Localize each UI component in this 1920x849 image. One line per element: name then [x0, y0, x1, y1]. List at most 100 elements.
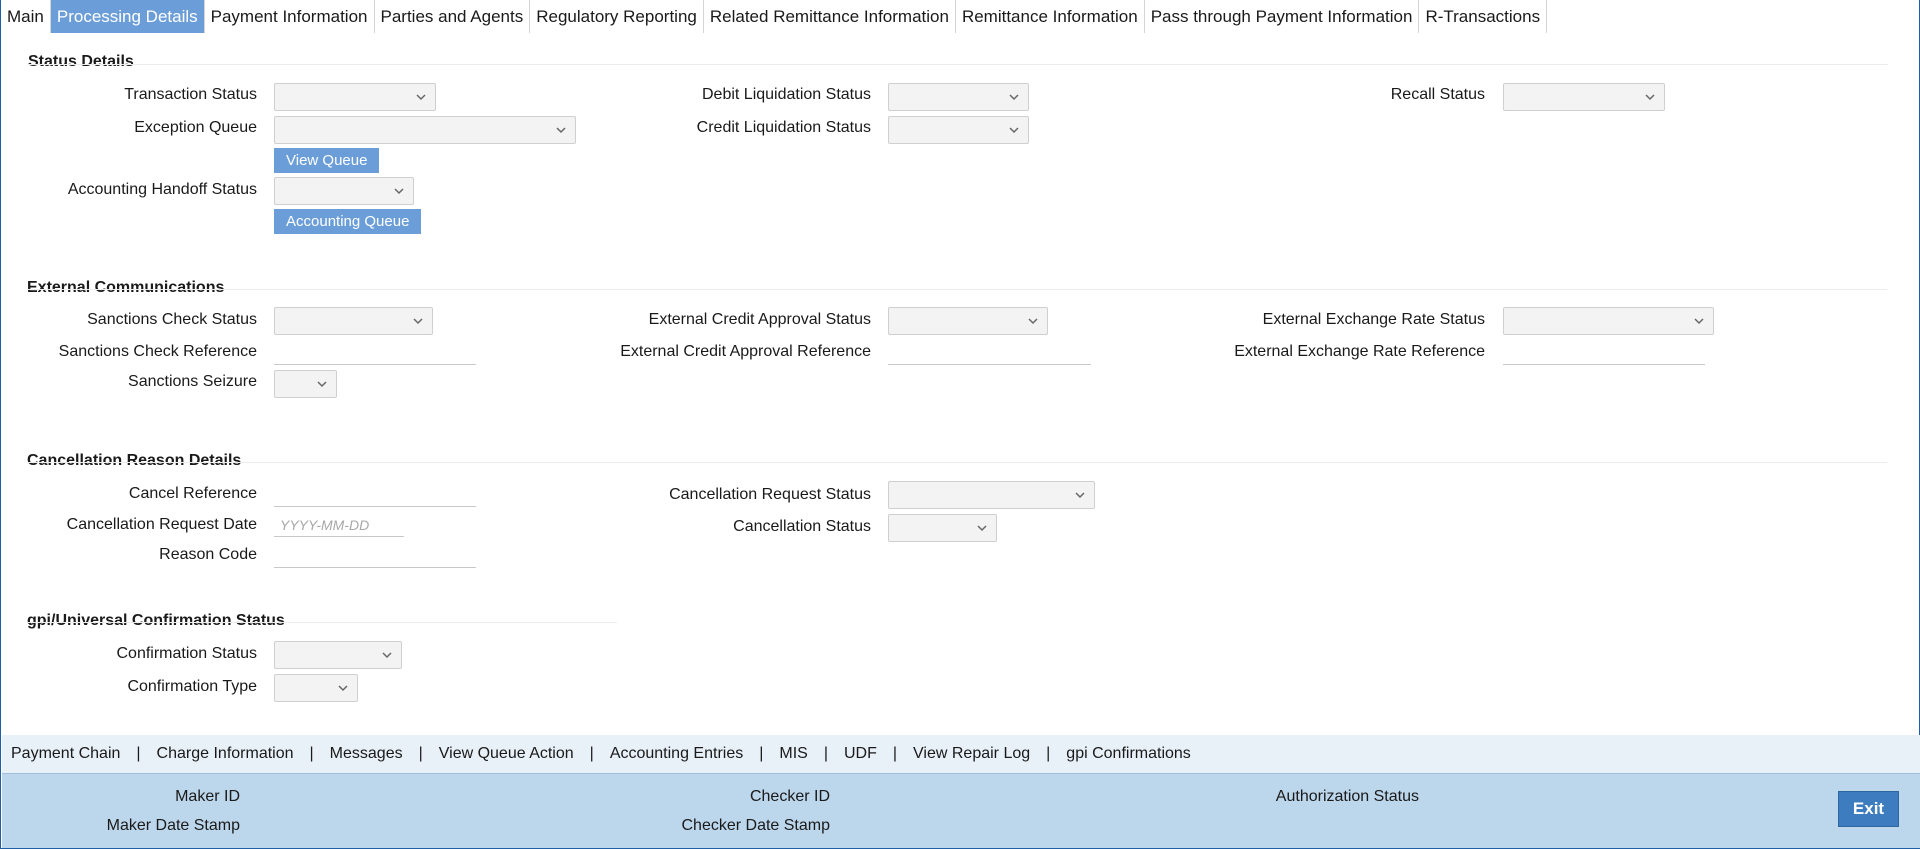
confirmation-status-label: Confirmation Status	[116, 645, 257, 662]
checker-id-label: Checker ID	[749, 788, 830, 805]
footer-link-mis[interactable]: MIS	[779, 745, 807, 763]
accounting-queue-button[interactable]: Accounting Queue	[274, 209, 422, 234]
transaction-status-label: Transaction Status	[124, 86, 257, 103]
accounting-handoff-status-label: Accounting Handoff Status	[67, 181, 257, 198]
external-credit-approval-reference-input[interactable]	[888, 341, 1091, 365]
tab-processing-details[interactable]: Processing Details	[50, 0, 205, 33]
chevron-down-icon	[382, 652, 392, 659]
tab-related-remittance-information[interactable]: Related Remittance Information	[704, 0, 956, 33]
section-title-cancellation-reason-details: Cancellation Reason Details	[27, 452, 242, 469]
external-exchange-rate-reference-input[interactable]	[1503, 341, 1705, 365]
confirmation-type-select[interactable]	[274, 674, 358, 702]
external-credit-approval-status-label: External Credit Approval Status	[648, 311, 871, 328]
transaction-status-select[interactable]	[274, 83, 436, 111]
cancellation-request-date-input[interactable]	[274, 513, 404, 537]
tab-r-transactions[interactable]: R-Transactions	[1419, 0, 1548, 33]
cancellation-status-select[interactable]	[888, 514, 997, 542]
checker-date-stamp-label: Checker Date Stamp	[681, 817, 830, 834]
footer-link-udf[interactable]: UDF	[844, 745, 877, 763]
section-divider	[28, 64, 1888, 65]
footer-link-payment-chain[interactable]: Payment Chain	[11, 745, 120, 763]
external-credit-approval-reference-label: External Credit Approval Reference	[620, 343, 871, 360]
tab-remittance-information[interactable]: Remittance Information	[956, 0, 1145, 33]
tab-payment-information[interactable]: Payment Information	[205, 0, 375, 33]
footer-link-charge-information[interactable]: Charge Information	[157, 745, 294, 763]
tab-bar: Main Processing Details Payment Informat…	[1, 0, 1548, 33]
external-exchange-rate-status-select[interactable]	[1503, 307, 1714, 335]
chevron-down-icon	[317, 381, 327, 388]
footer-separator: |	[759, 745, 764, 762]
chevron-down-icon	[1009, 127, 1019, 134]
tab-pass-through-payment-information[interactable]: Pass through Payment Information	[1145, 0, 1420, 33]
app-frame: Main Processing Details Payment Informat…	[0, 0, 1920, 849]
footer-separator: |	[1046, 745, 1051, 762]
exit-button[interactable]: Exit	[1838, 791, 1899, 827]
footer-separator: |	[136, 745, 141, 762]
cancellation-request-status-label: Cancellation Request Status	[669, 486, 871, 503]
tab-regulatory-reporting[interactable]: Regulatory Reporting	[530, 0, 704, 33]
sanctions-seizure-label: Sanctions Seizure	[128, 373, 257, 390]
sanctions-check-reference-input[interactable]	[274, 341, 476, 365]
section-title-status-details: Status Details	[28, 53, 134, 70]
footer-link-view-repair-log[interactable]: View Repair Log	[913, 745, 1030, 763]
sanctions-check-status-select[interactable]	[274, 307, 433, 335]
footer-link-accounting-entries[interactable]: Accounting Entries	[610, 745, 743, 763]
accounting-handoff-status-select[interactable]	[274, 177, 414, 205]
cancel-reference-input[interactable]	[274, 483, 476, 507]
chevron-down-icon	[556, 127, 566, 134]
chevron-down-icon	[1075, 492, 1085, 499]
footer-nav: Payment Chain | Charge Information | Mes…	[2, 735, 1920, 773]
sanctions-check-status-label: Sanctions Check Status	[87, 311, 257, 328]
footer-separator: |	[892, 745, 898, 762]
external-credit-approval-status-select[interactable]	[888, 307, 1048, 335]
tab-parties-and-agents[interactable]: Parties and Agents	[375, 0, 531, 33]
sanctions-seizure-select[interactable]	[274, 370, 337, 398]
chevron-down-icon	[394, 188, 404, 195]
maker-date-stamp-label: Maker Date Stamp	[106, 817, 240, 834]
external-exchange-rate-status-label: External Exchange Rate Status	[1262, 311, 1485, 328]
cancellation-request-date-label: Cancellation Request Date	[66, 516, 257, 533]
footer-separator: |	[589, 745, 594, 762]
section-title-gpi-confirmation-status: gpi/Universal Confirmation Status	[27, 612, 285, 629]
chevron-down-icon	[416, 94, 426, 101]
cancel-reference-label: Cancel Reference	[128, 485, 257, 502]
section-divider	[27, 289, 1887, 290]
tab-main[interactable]: Main	[1, 0, 51, 33]
chevron-down-icon	[1009, 94, 1019, 101]
chevron-down-icon	[1694, 318, 1704, 325]
section-divider	[27, 622, 617, 623]
reason-code-label: Reason Code	[159, 546, 257, 563]
confirmation-type-label: Confirmation Type	[127, 678, 257, 695]
debit-liquidation-status-select[interactable]	[888, 83, 1029, 111]
credit-liquidation-status-label: Credit Liquidation Status	[696, 119, 871, 136]
recall-status-select[interactable]	[1503, 83, 1665, 111]
debit-liquidation-status-label: Debit Liquidation Status	[702, 86, 871, 103]
chevron-down-icon	[338, 685, 348, 692]
recall-status-label: Recall Status	[1390, 86, 1485, 103]
exception-queue-label: Exception Queue	[134, 119, 257, 136]
chevron-down-icon	[413, 318, 423, 325]
cancellation-status-label: Cancellation Status	[733, 518, 871, 535]
credit-liquidation-status-select[interactable]	[888, 116, 1029, 144]
external-exchange-rate-reference-label: External Exchange Rate Reference	[1234, 343, 1485, 360]
reason-code-input[interactable]	[274, 544, 476, 568]
audit-bar: Maker ID Maker Date Stamp Checker ID Che…	[2, 773, 1920, 848]
authorization-status-label: Authorization Status	[1275, 788, 1419, 805]
section-title-external-communications: External Communications	[27, 279, 225, 296]
section-divider	[27, 462, 1887, 463]
footer-separator: |	[823, 745, 828, 762]
cancellation-request-status-select[interactable]	[888, 481, 1095, 509]
chevron-down-icon	[1645, 94, 1655, 101]
footer-separator: |	[309, 745, 314, 762]
footer-link-gpi-confirmations[interactable]: gpi Confirmations	[1066, 745, 1191, 763]
view-queue-button[interactable]: View Queue	[274, 148, 380, 173]
exception-queue-select[interactable]	[274, 116, 576, 144]
chevron-down-icon	[977, 525, 987, 532]
maker-id-label: Maker ID	[175, 788, 240, 805]
footer-link-messages[interactable]: Messages	[330, 745, 403, 763]
footer-link-view-queue-action[interactable]: View Queue Action	[439, 745, 574, 763]
sanctions-check-reference-label: Sanctions Check Reference	[58, 343, 257, 360]
chevron-down-icon	[1028, 318, 1038, 325]
footer-separator: |	[418, 745, 423, 762]
confirmation-status-select[interactable]	[274, 641, 402, 669]
